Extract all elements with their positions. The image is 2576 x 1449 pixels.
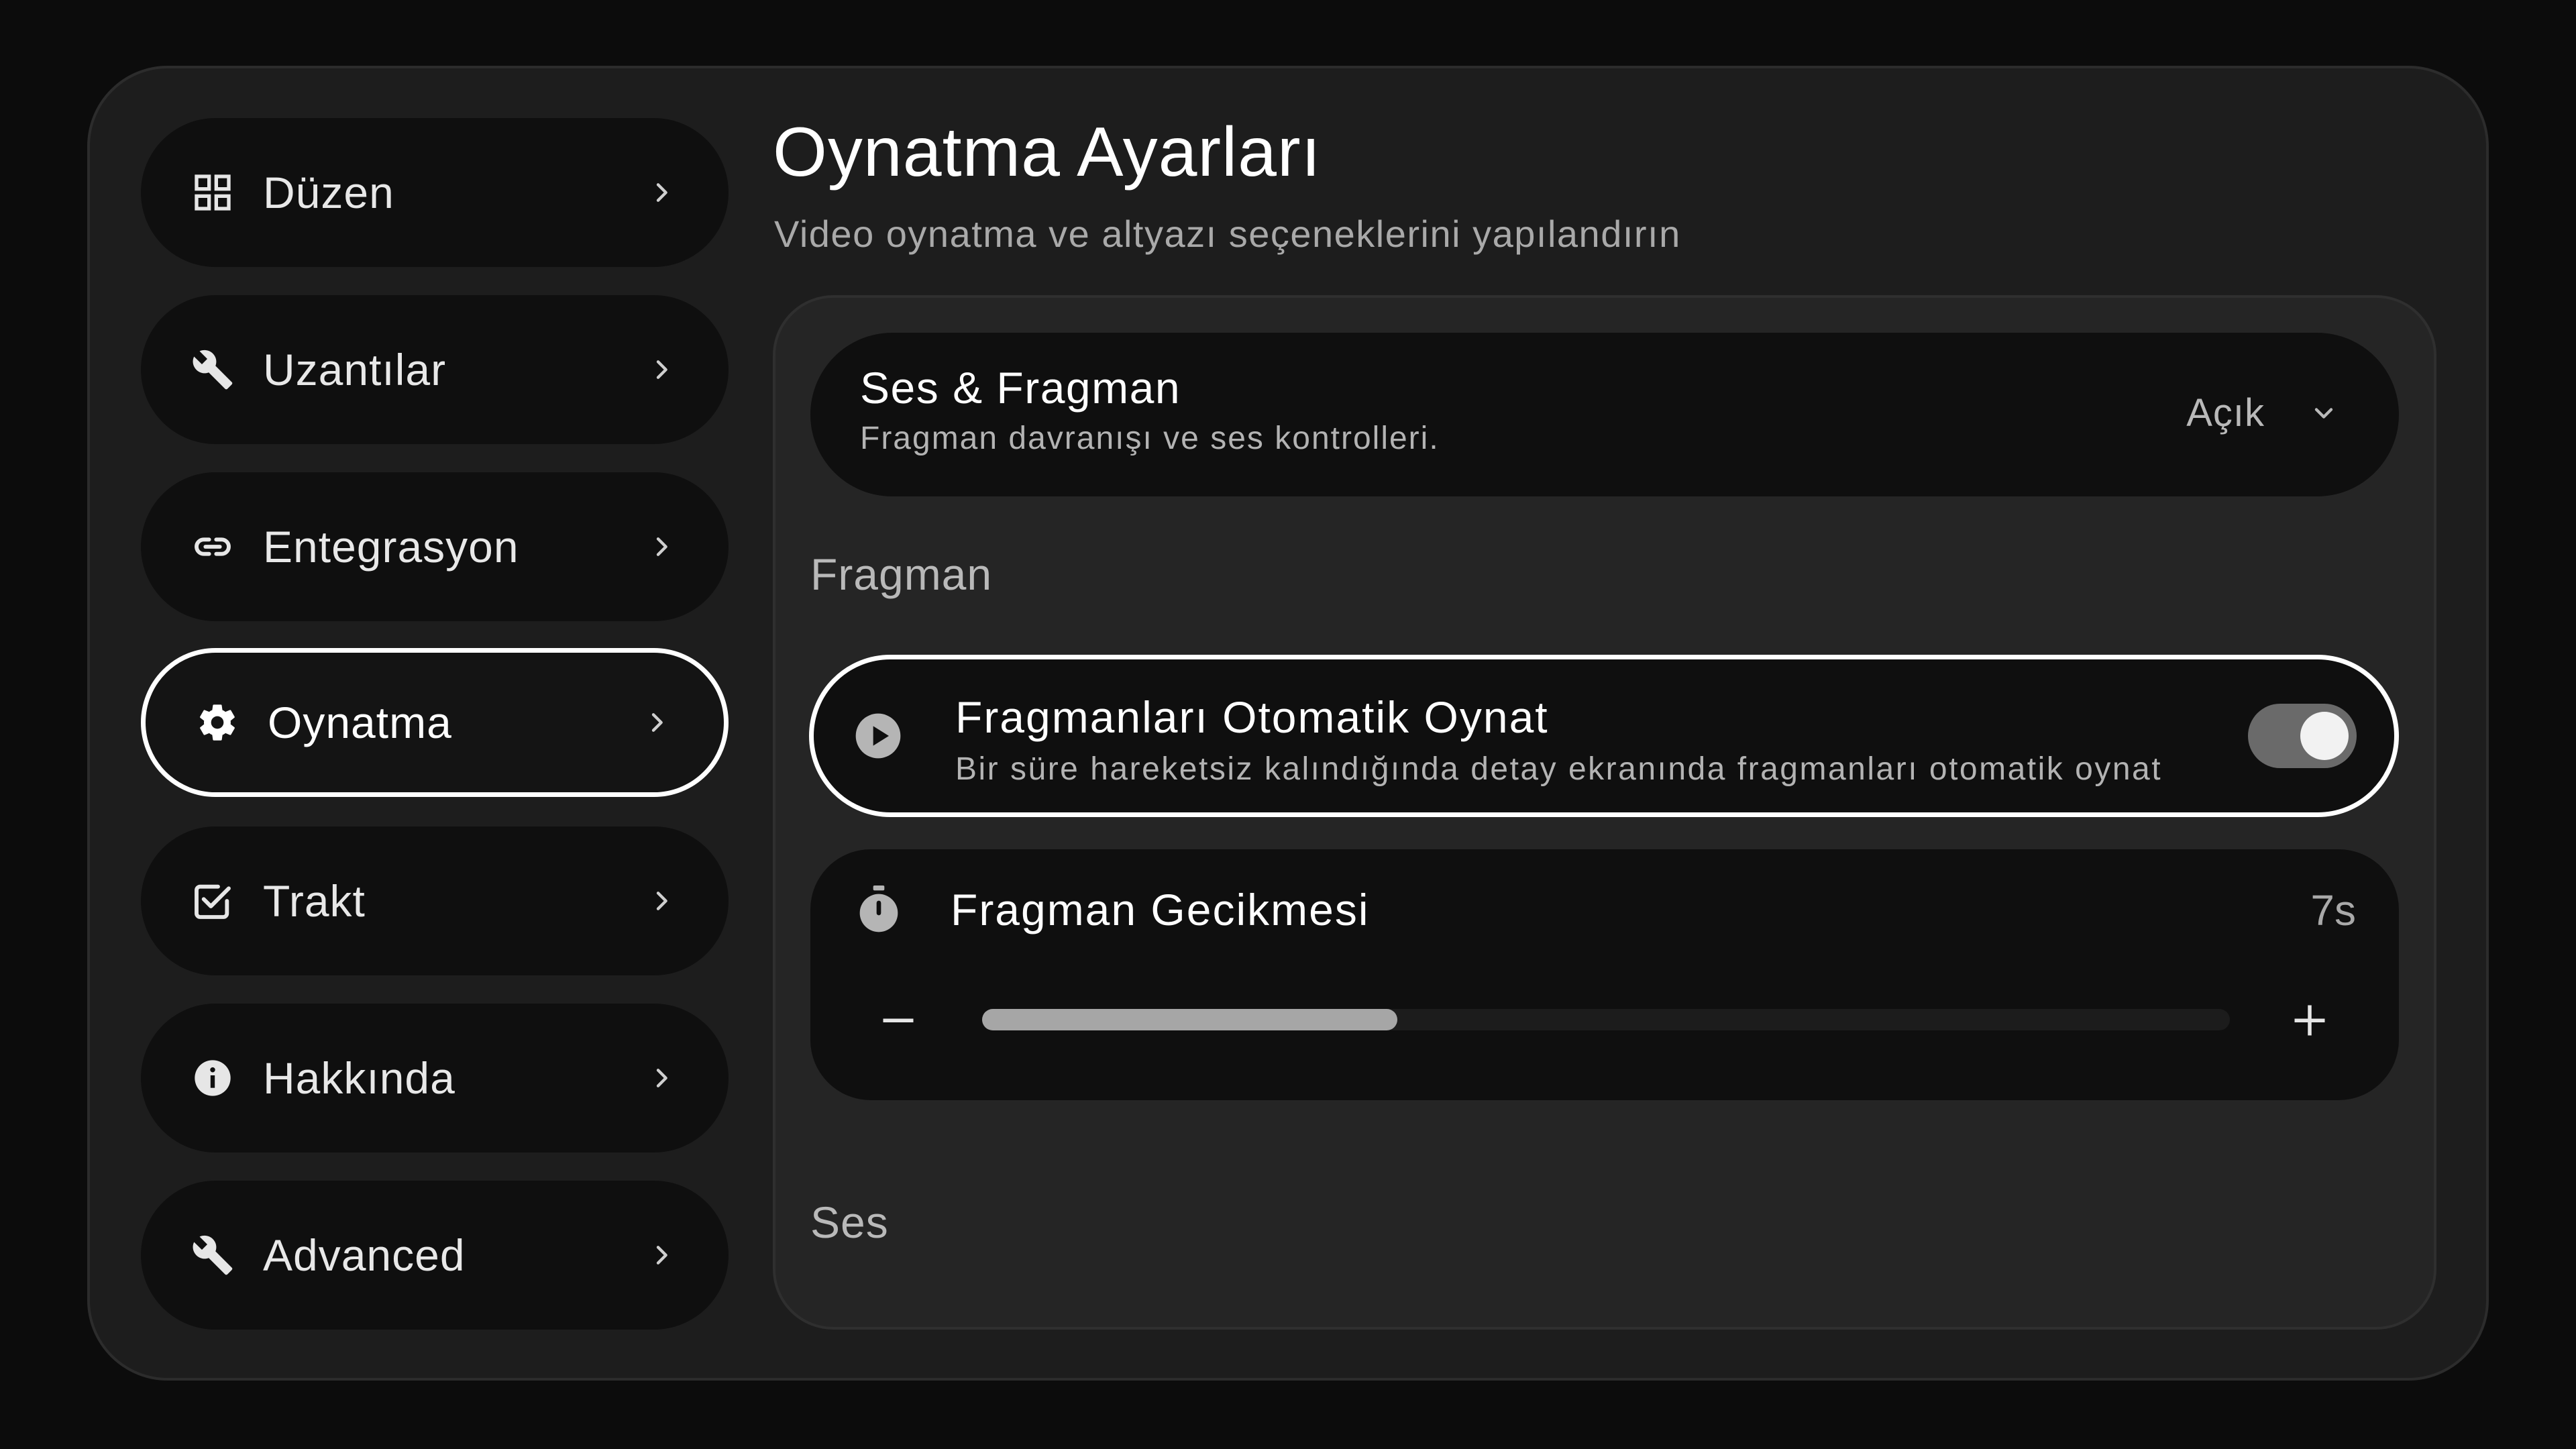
section-title: Ses & Fragman [860, 363, 1181, 413]
decrease-button[interactable] [868, 990, 928, 1051]
sidebar-item-duzen[interactable]: Düzen [141, 118, 729, 267]
link-icon [189, 523, 236, 570]
sidebar-item-uzantilar[interactable]: Uzantılar [141, 295, 729, 444]
section-description: Fragman davranışı ve ses kontrolleri. [860, 421, 1440, 456]
chevron-right-icon [643, 709, 670, 736]
sidebar-item-entegrasyon[interactable]: Entegrasyon [141, 472, 729, 621]
delay-value: 7s [2310, 886, 2356, 934]
info-icon [189, 1055, 236, 1102]
delay-slider-fill [982, 1009, 1398, 1030]
delay-slider[interactable] [982, 1009, 2230, 1030]
autoplay-description: Bir süre hareketsiz kalındığında detay e… [955, 751, 2163, 787]
chevron-right-icon [648, 356, 675, 383]
section-header-ses-fragman[interactable]: Ses & Fragman Fragman davranışı ve ses k… [810, 333, 2399, 496]
sidebar-item-hakkinda[interactable]: Hakkında [141, 1004, 729, 1152]
group-label-ses: Ses [810, 1197, 889, 1247]
increase-button[interactable] [2279, 990, 2340, 1051]
grid-icon [189, 169, 236, 216]
chevron-right-icon [648, 179, 675, 206]
sidebar-item-oynatma[interactable]: Oynatma [141, 648, 729, 797]
plus-icon [2294, 1005, 2325, 1036]
chevron-right-icon [648, 533, 675, 560]
sidebar-item-label: Uzantılar [263, 345, 447, 394]
chevron-right-icon [648, 1065, 675, 1091]
section-status: Açık [2186, 391, 2265, 435]
sidebar-item-label: Advanced [263, 1230, 466, 1280]
chevron-right-icon [648, 888, 675, 914]
delay-title: Fragman Gecikmesi [951, 885, 1370, 934]
autoplay-trailers-row[interactable]: Fragmanları Otomatik Oynat Bir süre hare… [809, 655, 2399, 817]
sidebar-item-label: Hakkında [263, 1053, 455, 1103]
sidebar-item-trakt[interactable]: Trakt [141, 826, 729, 975]
play-circle-icon [851, 709, 905, 763]
wrench-icon [189, 346, 236, 393]
trailer-delay-row: Fragman Gecikmesi 7s [810, 849, 2399, 1100]
sidebar-item-label: Trakt [263, 876, 366, 926]
autoplay-title: Fragmanları Otomatik Oynat [955, 692, 1549, 742]
page-subtitle: Video oynatma ve altyazı seçeneklerini y… [774, 213, 1681, 255]
sidebar-item-label: Düzen [263, 168, 394, 217]
page-title: Oynatma Ayarları [773, 113, 1322, 191]
sidebar-item-label: Entegrasyon [263, 522, 519, 572]
gear-icon [194, 699, 241, 746]
sidebar-item-advanced[interactable]: Advanced [141, 1181, 729, 1330]
checkbox-icon [189, 877, 236, 924]
chevron-right-icon [648, 1242, 675, 1269]
chevron-down-icon [2309, 398, 2339, 428]
group-label-fragman: Fragman [810, 549, 993, 599]
toggle-knob [2300, 712, 2349, 760]
minus-icon [883, 1018, 914, 1022]
sidebar-item-label: Oynatma [268, 698, 452, 747]
wrench-icon [189, 1232, 236, 1279]
autoplay-toggle[interactable] [2248, 704, 2357, 768]
timer-icon [852, 883, 906, 936]
